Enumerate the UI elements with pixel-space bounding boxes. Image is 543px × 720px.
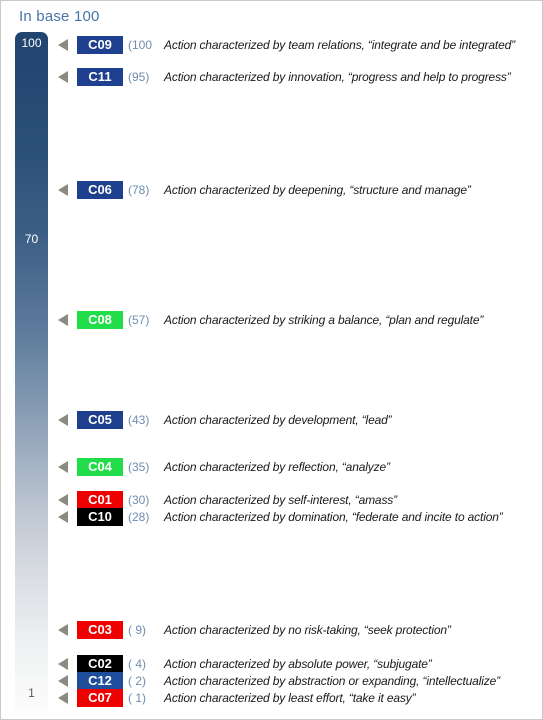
row-description-rest: characterized by no risk-taking, “seek p… bbox=[199, 623, 451, 637]
chart-row[interactable]: C09 (100 Action characterized by team relat… bbox=[56, 36, 515, 54]
page-title: In base 100 bbox=[19, 8, 100, 25]
row-description-rest: characterized by team relations, “integr… bbox=[199, 38, 516, 52]
chart-row[interactable]: C03 ( 9) Action characterized by no risk-ta… bbox=[56, 621, 451, 639]
left-triangle-marker-icon bbox=[56, 36, 72, 54]
row-description-lead: Action bbox=[164, 657, 197, 671]
left-triangle-marker-icon bbox=[56, 411, 72, 429]
score-value: ( 1) bbox=[128, 691, 146, 705]
scale-tick-top: 100 bbox=[21, 36, 42, 50]
code-badge[interactable]: C03 bbox=[77, 621, 123, 639]
score-value: (35) bbox=[128, 460, 150, 474]
code-badge[interactable]: C06 bbox=[77, 181, 123, 199]
row-description: Action characterized by deepening, “struc… bbox=[164, 183, 471, 197]
score-value: (95) bbox=[128, 70, 150, 84]
scale-tick-bottom: 1 bbox=[28, 686, 35, 700]
chart-row[interactable]: C11 (95) Action characterized by innovation… bbox=[56, 68, 511, 86]
left-triangle-marker-icon bbox=[56, 672, 72, 690]
code-badge[interactable]: C12 bbox=[77, 672, 123, 690]
row-description: Action characterized by absolute power, “… bbox=[164, 657, 432, 671]
chart-row[interactable]: C12 ( 2) Action characterized by abstractio… bbox=[56, 672, 500, 690]
code-badge[interactable]: C05 bbox=[77, 411, 123, 429]
chart-row[interactable]: C04 (35) Action characterized by reflection… bbox=[56, 458, 390, 476]
row-description-lead: Action bbox=[164, 38, 197, 52]
chart-row[interactable]: C10 (28) Action characterized by domination… bbox=[56, 508, 503, 526]
row-description: Action characterized by least effort, “ta… bbox=[164, 691, 416, 705]
left-triangle-marker-icon bbox=[56, 621, 72, 639]
left-triangle-marker-icon bbox=[56, 68, 72, 86]
row-description-rest: characterized by least effort, “take it … bbox=[199, 691, 416, 705]
row-description-lead: Action bbox=[164, 313, 197, 327]
left-triangle-marker-icon bbox=[56, 311, 72, 329]
row-description-lead: Action bbox=[164, 460, 197, 474]
row-description-rest: characterized by abstraction or expandin… bbox=[199, 674, 500, 688]
score-value: (28) bbox=[128, 510, 150, 524]
left-triangle-marker-icon bbox=[56, 458, 72, 476]
row-description: Action characterized by development, “lea… bbox=[164, 413, 392, 427]
chart-row[interactable]: C08 (57) Action characterized by striking a… bbox=[56, 311, 483, 329]
row-description-rest: characterized by striking a balance, “pl… bbox=[199, 313, 484, 327]
chart-row[interactable]: C06 (78) Action characterized by deepening,… bbox=[56, 181, 471, 199]
row-description-lead: Action bbox=[164, 623, 197, 637]
row-description-rest: characterized by absolute power, “subjug… bbox=[199, 657, 432, 671]
code-badge[interactable]: C01 bbox=[77, 491, 123, 509]
row-description-lead: Action bbox=[164, 413, 197, 427]
code-badge[interactable]: C04 bbox=[77, 458, 123, 476]
row-description: Action characterized by striking a balanc… bbox=[164, 313, 483, 327]
row-description: Action characterized by abstraction or ex… bbox=[164, 674, 500, 688]
left-triangle-marker-icon bbox=[56, 508, 72, 526]
row-description-rest: characterized by reflection, “analyze” bbox=[199, 460, 390, 474]
code-badge[interactable]: C10 bbox=[77, 508, 123, 526]
left-triangle-marker-icon bbox=[56, 491, 72, 509]
score-value: ( 2) bbox=[128, 674, 146, 688]
row-description-lead: Action bbox=[164, 674, 197, 688]
code-badge[interactable]: C02 bbox=[77, 655, 123, 673]
left-triangle-marker-icon bbox=[56, 181, 72, 199]
score-value: (78) bbox=[128, 183, 150, 197]
row-description: Action characterized by reflection, “anal… bbox=[164, 460, 390, 474]
score-value: (100 bbox=[128, 38, 153, 52]
row-description: Action characterized by domination, “fede… bbox=[164, 510, 503, 524]
row-description-rest: characterized by deepening, “structure a… bbox=[199, 183, 471, 197]
chart-row[interactable]: C02 ( 4) Action characterized by absolute p… bbox=[56, 655, 432, 673]
row-description: Action characterized by no risk-taking, “… bbox=[164, 623, 451, 637]
left-triangle-marker-icon bbox=[56, 655, 72, 673]
row-description-lead: Action bbox=[164, 70, 197, 84]
score-value: (30) bbox=[128, 493, 150, 507]
row-description-rest: characterized by innovation, “progress a… bbox=[199, 70, 511, 84]
row-description-rest: characterized by domination, “federate a… bbox=[199, 510, 503, 524]
code-badge[interactable]: C09 bbox=[77, 36, 123, 54]
gradient-scale-bar bbox=[15, 32, 48, 711]
chart-row[interactable]: C05 (43) Action characterized by developmen… bbox=[56, 411, 392, 429]
score-value: ( 4) bbox=[128, 657, 146, 671]
score-value: (57) bbox=[128, 313, 150, 327]
row-description: Action characterized by team relations, “… bbox=[164, 38, 515, 52]
row-description-lead: Action bbox=[164, 183, 197, 197]
chart-row[interactable]: C01 (30) Action characterized by self-inter… bbox=[56, 491, 397, 509]
score-value: ( 9) bbox=[128, 623, 146, 637]
code-badge[interactable]: C08 bbox=[77, 311, 123, 329]
row-description-rest: characterized by self-interest, “amass” bbox=[199, 493, 398, 507]
left-triangle-marker-icon bbox=[56, 689, 72, 707]
score-value: (43) bbox=[128, 413, 150, 427]
row-description-lead: Action bbox=[164, 691, 197, 705]
row-description: Action characterized by self-interest, “a… bbox=[164, 493, 397, 507]
row-description-rest: characterized by development, “lead” bbox=[199, 413, 392, 427]
code-badge[interactable]: C07 bbox=[77, 689, 123, 707]
scale-tick-middle: 70 bbox=[24, 232, 39, 246]
code-badge[interactable]: C11 bbox=[77, 68, 123, 86]
row-description-lead: Action bbox=[164, 493, 197, 507]
chart-container: In base 100 100 70 1 C09 (100 Action charac… bbox=[0, 0, 543, 720]
chart-row[interactable]: C07 ( 1) Action characterized by least effo… bbox=[56, 689, 416, 707]
row-description-lead: Action bbox=[164, 510, 197, 524]
row-description: Action characterized by innovation, “prog… bbox=[164, 70, 511, 84]
